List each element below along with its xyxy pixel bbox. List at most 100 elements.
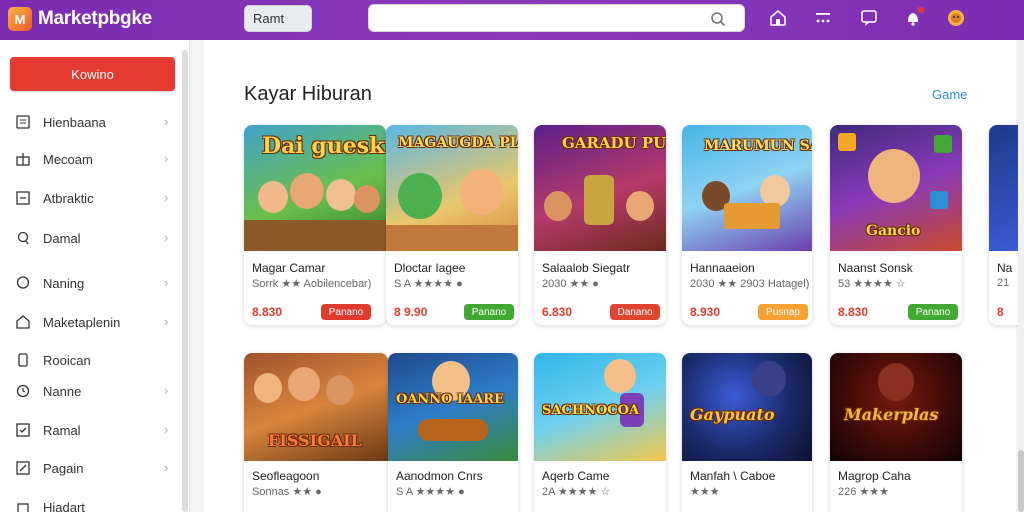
game-card[interactable]: MARUMUN SACOIAK Hannaaeion 2030 ★★ 2903 …	[682, 125, 812, 325]
edit-icon	[14, 459, 32, 477]
game-meta: ★★★	[690, 486, 720, 498]
game-art-title: Gaypuato	[690, 405, 775, 424]
sidebar-item-nanne[interactable]: Nanne ›	[14, 380, 174, 402]
main-content: Kayar Hiburan Game Dai gueskugan Magar C…	[204, 40, 1024, 512]
game-meta: S A ★★★★ ●	[394, 278, 463, 290]
game-meta: 2030 ★★ ●	[542, 278, 599, 290]
game-title: Na	[997, 261, 1013, 275]
game-card[interactable]: MAGAUGDA PIANGAI Dloctar Iagee S A ★★★★ …	[386, 125, 518, 325]
game-price: 8.830	[252, 305, 283, 319]
sidebar-item-label: Pagain	[43, 460, 84, 476]
game-card[interactable]: Dai gueskugan Magar Camar Sorrk ★★ Aobil…	[244, 125, 386, 325]
sidebar-item-label: Hienbaana	[43, 114, 106, 130]
search-icon[interactable]	[710, 11, 726, 27]
sidebar-item-naning[interactable]: Naning ›	[14, 272, 174, 294]
sidebar-scrollbar[interactable]	[182, 50, 188, 512]
top-bar: M Marketpbgke Ramt	[0, 0, 1024, 40]
game-meta: 53 ★★★★ ☆	[838, 278, 906, 290]
search-bar[interactable]	[368, 4, 745, 32]
game-thumbnail: Dai gueskugan	[244, 125, 386, 251]
game-card[interactable]: Gaypuato Manfah \ Caboe ★★★	[682, 353, 812, 512]
sidebar-cta-button[interactable]: Kowino	[10, 57, 175, 91]
sidebar-item-mecoam[interactable]: Mecoam ›	[14, 148, 174, 170]
game-art-title: SACHNOCOA	[542, 403, 640, 418]
notification-icon[interactable]	[902, 6, 925, 29]
game-thumbnail: GARADU PUHUAG	[534, 125, 666, 251]
page-scrollbar-track[interactable]	[1018, 40, 1024, 512]
game-art-title: Gancio	[866, 223, 921, 239]
game-meta: Sonnas ★★ ●	[252, 486, 322, 498]
game-card[interactable]: GARADU PUHUAG Salaalob Siegatr 2030 ★★ ●…	[534, 125, 666, 325]
game-meta: 21	[997, 277, 1010, 289]
game-art-title: OANNO IAARE	[396, 392, 504, 407]
game-price: 6.830	[542, 305, 573, 319]
game-action-button[interactable]: Danano	[610, 304, 660, 320]
game-thumbnail: OANNO IAARE	[388, 353, 518, 461]
page-scrollbar-thumb[interactable]	[1018, 450, 1024, 512]
game-price: 8.930	[690, 305, 721, 319]
game-card[interactable]: SACHNOCOA Aqerb Came 2A ★★★★ ☆	[534, 353, 666, 512]
game-card[interactable]: Gancio Naanst Sonsk 53 ★★★★ ☆ 8.830 Pana…	[830, 125, 962, 325]
game-title: Magrop Caha	[838, 469, 911, 483]
chevron-right-icon: ›	[164, 230, 169, 245]
game-meta: 2030 ★★ 2903 Hatagel)	[690, 278, 810, 290]
avatar-icon[interactable]	[945, 7, 967, 29]
phone-icon	[14, 351, 32, 369]
check-box-icon	[14, 421, 32, 439]
game-action-button[interactable]: Panano	[464, 304, 514, 320]
game-title: Magar Camar	[252, 261, 326, 275]
section-title: Kayar Hiburan	[244, 83, 372, 105]
sidebar-item-ramal[interactable]: Ramal ›	[14, 419, 174, 441]
sidebar-item-pagain[interactable]: Pagain ›	[14, 457, 174, 479]
game-thumbnail: Gancio	[830, 125, 962, 251]
game-thumbnail: Makerplas	[830, 353, 962, 461]
notification-badge	[917, 6, 925, 14]
game-title: Seofleagoon	[252, 469, 320, 483]
game-action-button[interactable]: Panano	[321, 304, 371, 320]
game-card[interactable]: FISSIGAIL Seofleagoon Sonnas ★★ ●	[244, 353, 388, 512]
bag-icon	[14, 498, 32, 512]
menu-dots-icon[interactable]	[812, 7, 834, 29]
sidebar-item-label: Maketaplenin	[43, 314, 121, 330]
game-title: Aanodmon Cnrs	[396, 469, 483, 483]
game-action-button[interactable]: Pusnap	[758, 304, 808, 320]
location-button[interactable]: Ramt	[244, 5, 312, 32]
sidebar-item-rooican[interactable]: Rooican	[14, 349, 174, 371]
book-icon	[14, 113, 32, 131]
game-title: Hannaaeion	[690, 261, 755, 275]
game-action-button[interactable]: Panano	[908, 304, 958, 320]
sidebar-item-maketaplenin[interactable]: Maketaplenin ›	[14, 311, 174, 333]
sidebar-item-label: Damal	[43, 230, 81, 246]
game-price: 8.830	[838, 305, 869, 319]
sidebar-item-hienbaana[interactable]: Hienbaana ›	[14, 111, 174, 133]
store-icon[interactable]	[767, 7, 789, 29]
chat-icon[interactable]	[858, 7, 880, 29]
search-input[interactable]	[379, 9, 699, 29]
chevron-right-icon: ›	[164, 114, 169, 129]
section-see-all-link[interactable]: Game	[932, 87, 967, 102]
sidebar-item-atbraktic[interactable]: Atbraktic ›	[14, 187, 174, 209]
game-meta: S A ★★★★ ●	[396, 486, 465, 498]
sidebar-item-damal[interactable]: Damal ›	[14, 227, 174, 249]
game-title: Naanst Sonsk	[838, 261, 913, 275]
sidebar-item-hiadart[interactable]: Hiadart	[14, 496, 174, 512]
game-card[interactable]: Makerplas Magrop Caha 226 ★★★	[830, 353, 962, 512]
app-title: Marketpbgke	[38, 8, 152, 29]
chevron-right-icon: ›	[164, 275, 169, 290]
game-title: Salaalob Siegatr	[542, 261, 631, 275]
game-thumbnail: MARUMUN SACOIAK	[682, 125, 812, 251]
game-meta: Sorrk ★★ Aobilencebar)	[252, 278, 372, 290]
sidebar-item-label: Rooican	[43, 352, 91, 368]
game-thumbnail: SACHNOCOA	[534, 353, 666, 461]
game-meta: 2A ★★★★ ☆	[542, 486, 611, 498]
chevron-right-icon: ›	[164, 151, 169, 166]
sidebar-item-label: Ramal	[43, 422, 81, 438]
game-card[interactable]: OANNO IAARE Aanodmon Cnrs S A ★★★★ ●	[388, 353, 518, 512]
game-art-title: Dai gueskugan	[262, 133, 386, 159]
game-thumbnail: Gaypuato	[682, 353, 812, 461]
app-logo[interactable]: M Marketpbgke	[8, 6, 152, 32]
game-art-title: GARADU PUHUAG	[562, 134, 666, 152]
sidebar-item-label: Hiadart	[43, 499, 85, 512]
clock-icon	[14, 382, 32, 400]
sidebar: Kowino Hienbaana › Mecoam › Atbraktic › …	[0, 40, 190, 512]
